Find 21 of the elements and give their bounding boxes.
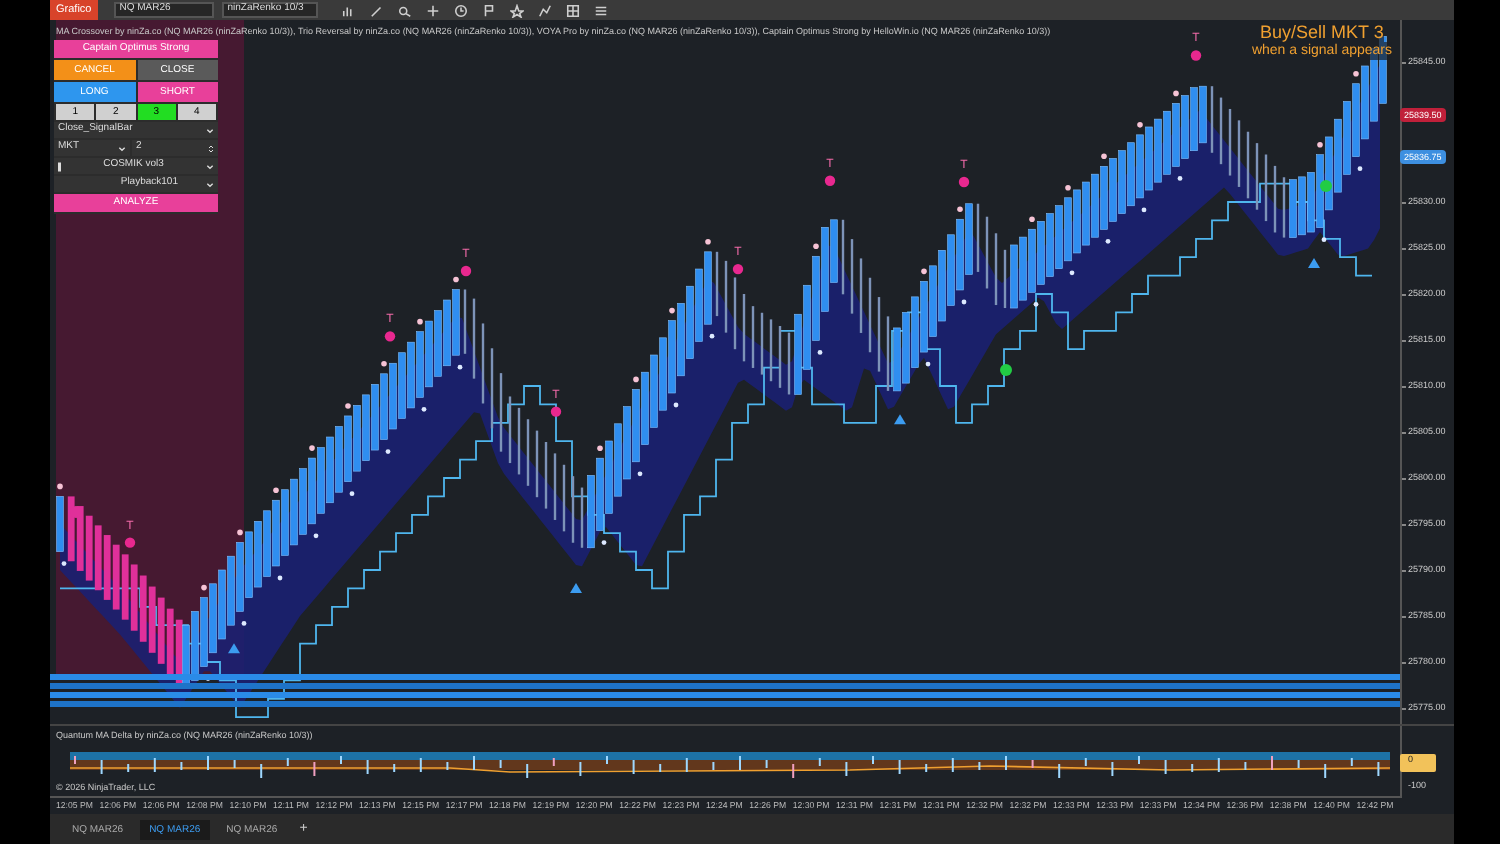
buy-signal-marker	[228, 643, 240, 654]
bars-icon[interactable]	[341, 3, 356, 17]
star-icon[interactable]	[509, 3, 524, 17]
chevron-down-icon	[206, 127, 214, 133]
list-icon[interactable]	[593, 3, 608, 17]
search-icon[interactable]	[397, 3, 412, 17]
chevron-down-icon	[206, 163, 214, 169]
pencil-icon[interactable]	[369, 3, 384, 17]
buy-signal-marker	[894, 414, 906, 425]
chevron-down-icon	[206, 181, 214, 187]
delta-value-badge	[1400, 754, 1436, 772]
buy-signal-marker	[1308, 258, 1320, 269]
flag-icon[interactable]	[481, 3, 496, 17]
clock-icon[interactable]	[453, 3, 468, 17]
buy-signal-marker	[570, 582, 582, 593]
plus-icon[interactable]	[425, 3, 440, 17]
handle-icon	[58, 161, 61, 171]
grid-icon[interactable]	[565, 3, 580, 17]
chevron-down-icon	[118, 145, 126, 151]
annotation-text: Buy/Sell MKT 3	[1260, 24, 1384, 42]
chart-icon[interactable]	[537, 3, 552, 17]
